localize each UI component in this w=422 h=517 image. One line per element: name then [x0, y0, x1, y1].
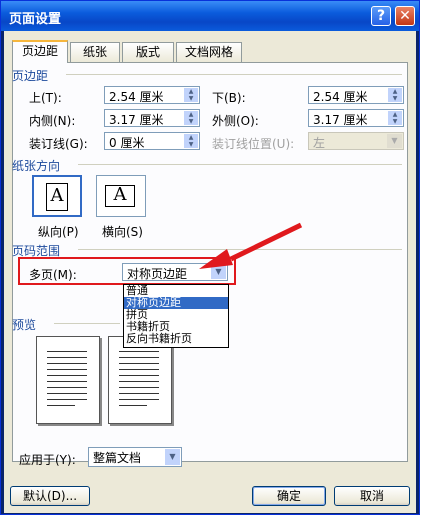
multiple-pages-dropdown: 普通 对称页边距 拼页 书籍折页 反向书籍折页 [123, 284, 229, 348]
dropdown-option-reverse-book-fold[interactable]: 反向书籍折页 [124, 333, 228, 345]
page-setup-dialog: 页面设置 ? ✕ 页边距 纸张 版式 文档网格 页边距 上(T): 2.54 厘… [0, 0, 420, 515]
annotation-arrow-icon [199, 222, 303, 269]
tab-margins[interactable]: 页边距 [12, 40, 68, 63]
